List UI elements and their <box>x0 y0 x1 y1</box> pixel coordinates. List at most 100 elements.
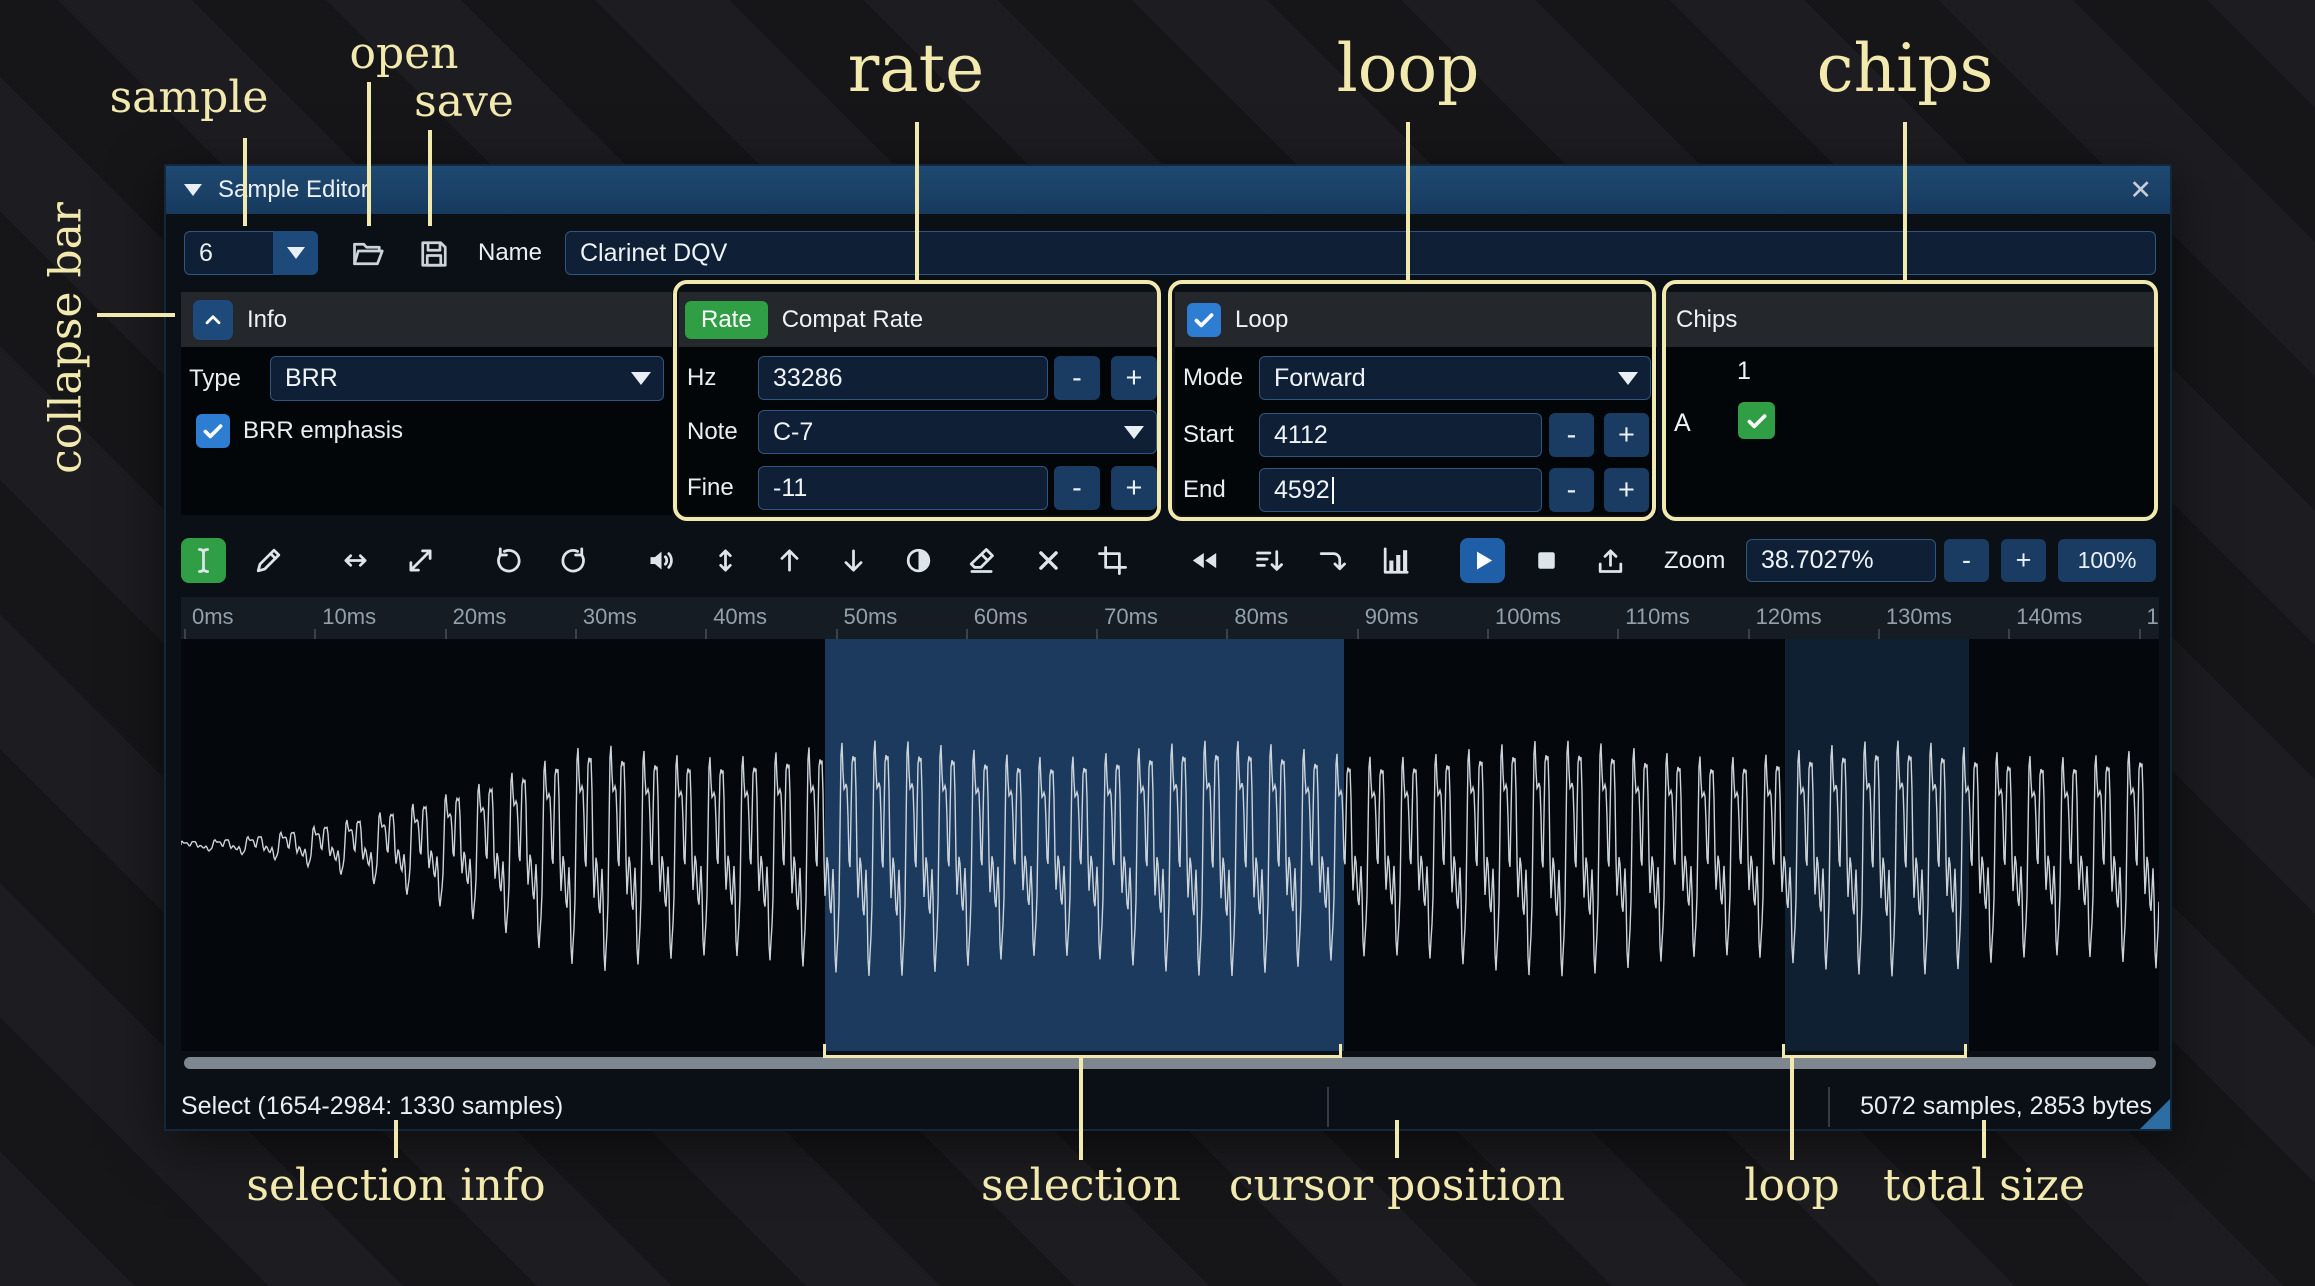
fine-label: Fine <box>687 474 734 501</box>
annotation-open: open <box>349 28 459 79</box>
time-tick-label: 0ms <box>192 604 234 629</box>
time-tick-mark <box>1747 629 1750 639</box>
invert-icon <box>902 544 935 577</box>
waveform[interactable] <box>181 639 2159 1051</box>
hz-plus-button[interactable]: + <box>1111 356 1157 400</box>
annotation-selection-info: selection info <box>246 1160 546 1211</box>
arrow-up-icon <box>773 544 806 577</box>
chip-enable-checkbox[interactable] <box>1738 402 1775 439</box>
open-button[interactable] <box>345 231 390 276</box>
time-tick-label: 80ms <box>1234 604 1289 629</box>
loop-end-input[interactable]: 4592 <box>1259 468 1542 512</box>
stop-button[interactable] <box>1524 538 1569 583</box>
name-input[interactable]: Clarinet DQV <box>565 231 2156 275</box>
loop-end-label: End <box>1183 476 1226 503</box>
time-tick-label: 140ms <box>2016 604 2083 629</box>
time-tick-mark <box>835 629 838 639</box>
trim-button[interactable] <box>1090 538 1135 583</box>
sample-select[interactable]: 6 <box>184 231 318 275</box>
silence-button[interactable] <box>1026 538 1071 583</box>
time-tick-mark <box>1487 629 1489 639</box>
mode-label: Mode <box>1183 364 1244 391</box>
rate-panel: Rate Compat Rate Hz 33286 - + Note C-7 F… <box>679 292 1160 515</box>
time-tick-mark <box>184 629 186 639</box>
type-select[interactable]: BRR <box>270 356 664 401</box>
amplify-button[interactable] <box>639 538 684 583</box>
time-tick-mark <box>705 629 708 639</box>
loop-start-plus-button[interactable]: + <box>1604 413 1649 457</box>
chevron-down-icon <box>286 247 305 259</box>
loop-end-value: 4592 <box>1274 475 1330 504</box>
brr-emphasis-checkbox[interactable] <box>196 414 230 448</box>
hz-minus-button[interactable]: - <box>1054 356 1100 400</box>
hz-label: Hz <box>687 364 717 391</box>
loop-end-plus-button[interactable]: + <box>1604 468 1649 512</box>
sample-editor-window: Sample Editor ✕ 6 Name Clarinet DQV Info… <box>164 164 2172 1131</box>
rate-tag: Rate <box>685 300 768 339</box>
annotation-total-size: total size <box>1882 1160 2086 1211</box>
close-button[interactable]: ✕ <box>2129 176 2152 204</box>
time-tick-mark <box>1226 629 1229 639</box>
arrow-down-icon <box>837 544 870 577</box>
collapse-info-button[interactable] <box>193 299 233 340</box>
time-tick-label: 30ms <box>582 604 637 629</box>
loop-start-minus-button[interactable]: - <box>1549 413 1594 457</box>
zoom-reset-button[interactable]: 100% <box>2058 539 2156 582</box>
loop-enable-checkbox[interactable] <box>1187 302 1221 337</box>
draw-tool-button[interactable] <box>246 538 291 583</box>
check-icon <box>1194 312 1214 327</box>
text-caret <box>1331 476 1334 504</box>
rewind-button[interactable] <box>1182 538 1227 583</box>
resample-button[interactable] <box>398 538 443 583</box>
normalize-button[interactable] <box>703 538 748 583</box>
fine-value: -11 <box>773 473 808 502</box>
fine-input[interactable]: -11 <box>758 466 1048 510</box>
arrows-horizontal-icon <box>339 544 372 577</box>
chevron-down-icon <box>1618 371 1638 385</box>
window-title: Sample Editor <box>218 176 369 203</box>
window-collapse-icon[interactable] <box>184 184 202 196</box>
fade-in-button[interactable] <box>767 538 812 583</box>
annotation-save: save <box>414 76 514 127</box>
histogram-button[interactable] <box>1373 538 1418 583</box>
resize-button[interactable] <box>333 538 378 583</box>
note-select[interactable]: C-7 <box>758 410 1157 454</box>
loop-mode-select[interactable]: Forward <box>1259 356 1651 400</box>
sample-select-arrow[interactable] <box>273 231 318 275</box>
goto-loop-button[interactable] <box>1309 538 1354 583</box>
status-bar: Select (1654-2984: 1330 samples) 5072 sa… <box>166 1081 2170 1133</box>
horizontal-scrollbar[interactable] <box>181 1054 2159 1072</box>
loop-start-input[interactable]: 4112 <box>1259 413 1542 457</box>
save-button[interactable] <box>411 231 456 276</box>
fine-plus-button[interactable]: + <box>1111 466 1157 510</box>
fine-minus-button[interactable]: - <box>1054 466 1100 510</box>
undo-button[interactable] <box>486 538 531 583</box>
zoom-in-button[interactable]: + <box>2001 539 2046 582</box>
loop-end-minus-button[interactable]: - <box>1549 468 1594 512</box>
eraser-icon <box>965 544 998 577</box>
total-size-text: 5072 samples, 2853 bytes <box>1860 1092 2152 1120</box>
invert-button[interactable] <box>896 538 941 583</box>
titlebar[interactable]: Sample Editor ✕ <box>166 166 2170 214</box>
chips-panel-header: Chips <box>1664 292 2156 347</box>
select-tool-button[interactable] <box>181 538 226 583</box>
x-mark-icon <box>1032 544 1065 577</box>
import-button[interactable] <box>1588 538 1633 583</box>
histogram-icon <box>1379 544 1412 577</box>
corner-down-arrow-icon <box>1315 544 1348 577</box>
fade-out-button[interactable] <box>831 538 876 583</box>
scrollbar-thumb[interactable] <box>184 1057 2156 1069</box>
sort-descending-button[interactable] <box>1246 538 1291 583</box>
upload-icon <box>1594 544 1627 577</box>
zoom-out-button[interactable]: - <box>1944 539 1989 582</box>
undo-icon <box>492 544 525 577</box>
resize-grip[interactable] <box>2140 1099 2170 1129</box>
hz-input[interactable]: 33286 <box>758 356 1048 400</box>
play-button[interactable] <box>1460 538 1505 583</box>
chip-column-header: 1 <box>1737 357 1751 385</box>
zoom-input[interactable]: 38.7027% <box>1746 539 1936 582</box>
eraser-button[interactable] <box>959 538 1004 583</box>
redo-button[interactable] <box>551 538 596 583</box>
annotation-chips: chips <box>1816 30 1994 107</box>
time-tick-mark <box>1617 629 1620 639</box>
